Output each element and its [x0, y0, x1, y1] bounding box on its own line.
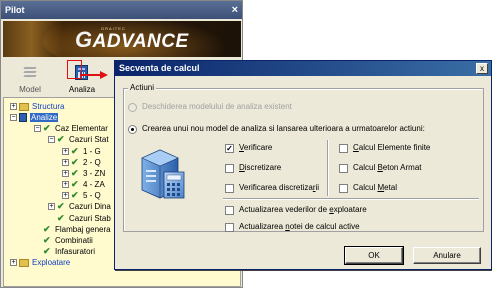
checkbox-actualizarea-notei[interactable]: [225, 223, 234, 232]
expand-icon[interactable]: +: [62, 192, 69, 200]
tree-item-label: Infasuratori: [55, 247, 96, 256]
expand-icon[interactable]: +: [62, 170, 69, 178]
collapse-icon[interactable]: −: [34, 125, 41, 133]
check-icon: ✔: [71, 146, 79, 157]
tree-item-case-3[interactable]: + ✔ 3 - ZN: [62, 168, 105, 179]
close-icon[interactable]: x: [476, 63, 488, 74]
ok-button[interactable]: OK: [344, 246, 404, 265]
checkbox-actualizarea-vederilor[interactable]: [225, 206, 234, 215]
cancel-button[interactable]: Anulare: [413, 247, 481, 264]
checkbox-verificare[interactable]: ✓: [225, 144, 234, 153]
tree-item-cazuri-dina[interactable]: + ✔ Cazuri Dina: [48, 201, 111, 212]
checkbox-discretizare[interactable]: [225, 164, 234, 173]
check-icon: ✔: [57, 201, 65, 212]
tree-item-case-5[interactable]: + ✔ 5 - Q: [62, 190, 101, 201]
actions-group-label: Actiuni: [128, 83, 157, 92]
tree-item-label: 3 - ZN: [83, 169, 106, 178]
mode-model-button[interactable]: Model: [7, 61, 53, 95]
checkbox-calcul-elemente-finite[interactable]: [339, 144, 348, 153]
check-icon: ✔: [43, 246, 51, 257]
logo-word: ADVANCE: [92, 31, 189, 52]
folder-icon: [19, 258, 29, 267]
checkbox-verificare-label: Verificare: [239, 143, 273, 152]
check-icon: ✔: [71, 168, 79, 179]
radio-open-existing-label: Deschiderea modelului de analiza existen…: [142, 102, 292, 111]
advance-logo-banner: GRAITEC GADVANCE: [3, 21, 241, 57]
tree-item-cazuri-stab[interactable]: ✔ Cazuri Stab: [57, 213, 111, 224]
checkbox-actualizarea-notei-label: Actualizarea notei de calcul active: [239, 222, 360, 231]
tree-item-label: Exploatare: [32, 258, 71, 267]
tree-item-label: Flambaj genera: [55, 225, 111, 234]
expand-icon[interactable]: +: [10, 103, 17, 111]
calculator-icon: [19, 113, 27, 123]
check-icon: ✔: [43, 235, 51, 246]
tree-item-structura[interactable]: + Structura: [10, 101, 64, 112]
row-separator: [223, 198, 479, 199]
folder-icon: [19, 102, 29, 111]
mode-model-label: Model: [19, 85, 41, 94]
tree-item-case-4[interactable]: + ✔ 4 - ZA: [62, 179, 105, 190]
checkbox-calcul-elemente-finite-label: Calcul Elemente finite: [353, 143, 431, 152]
tree-item-label: 2 - Q: [83, 158, 101, 167]
tree-item-case-1[interactable]: + ✔ 1 - G: [62, 146, 101, 157]
tree-item-label: Combinatii: [55, 236, 93, 245]
expand-icon[interactable]: +: [62, 148, 69, 156]
close-icon[interactable]: ×: [232, 1, 238, 19]
expand-icon[interactable]: +: [10, 259, 17, 267]
check-icon: ✔: [57, 213, 65, 224]
tree-item-label: Analize: [30, 113, 59, 122]
pilot-title: Pilot: [1, 1, 242, 19]
tree-item-label: Structura: [32, 102, 65, 111]
radio-create-new[interactable]: [128, 125, 137, 134]
tree-item-infasuratori[interactable]: ✔ Infasuratori: [43, 246, 95, 257]
tree-item-label: 4 - ZA: [83, 180, 105, 189]
collapse-icon[interactable]: −: [48, 136, 55, 144]
calculator-icon: [141, 149, 185, 199]
calc-sequence-dialog: Secventa de calcul x Actiuni Deschiderea…: [114, 60, 492, 270]
check-icon: ✔: [71, 190, 79, 201]
tree-item-combinatii[interactable]: ✔ Combinatii: [43, 235, 93, 246]
logo-g: G: [75, 27, 93, 52]
collapse-icon[interactable]: −: [10, 114, 17, 122]
dialog-title: Secventa de calcul: [115, 61, 491, 76]
checkbox-actualizarea-vederilor-label: Actualizarea vederilor de exploatare: [239, 205, 367, 214]
tree-item-label: 1 - G: [83, 147, 101, 156]
checkbox-discretizare-label: Discretizare: [239, 163, 282, 172]
tree-item-cazuri-stat[interactable]: − ✔ Cazuri Stat: [48, 134, 109, 145]
checkbox-calcul-metal-label: Calcul Metal: [353, 183, 398, 192]
checkbox-verificarea-discretizarii[interactable]: [225, 184, 234, 193]
tree-item-caz-elementar[interactable]: − ✔ Caz Elementar: [34, 123, 108, 134]
checkbox-calcul-beton-armat[interactable]: [339, 164, 348, 173]
tree-item-label: Cazuri Dina: [69, 202, 111, 211]
radio-open-existing[interactable]: [128, 103, 137, 112]
tree-item-exploatare[interactable]: + Exploatare: [10, 257, 70, 268]
check-icon: ✔: [71, 157, 79, 168]
checkbox-calcul-beton-armat-label: Calcul Beton Armat: [353, 163, 422, 172]
mode-analiza-label: Analiza: [68, 85, 96, 94]
tree-item-label: Cazuri Stat: [69, 135, 109, 144]
tree-item-label: Cazuri Stab: [69, 214, 111, 223]
arrow-icon: [80, 71, 108, 79]
tree-item-label: Caz Elementar: [55, 124, 108, 133]
checkbox-verificarea-discretizarii-label: Verificarea discretizarii: [239, 183, 320, 192]
layers-icon: [23, 67, 37, 77]
expand-icon[interactable]: +: [62, 159, 69, 167]
check-icon: ✔: [57, 134, 65, 145]
tree-item-flambaj[interactable]: ✔ Flambaj genera: [43, 224, 111, 235]
column-separator: [327, 140, 328, 196]
expand-icon[interactable]: +: [48, 203, 55, 211]
check-icon: ✔: [43, 123, 51, 134]
radio-create-new-label: Crearea unui nou model de analiza si lan…: [142, 124, 425, 133]
check-icon: ✔: [43, 224, 51, 235]
checkbox-calcul-metal[interactable]: [339, 184, 348, 193]
logo-text: GADVANCE: [75, 27, 189, 53]
tree-item-analize[interactable]: − Analize: [10, 112, 59, 123]
expand-icon[interactable]: +: [62, 181, 69, 189]
tree-item-case-2[interactable]: + ✔ 2 - Q: [62, 157, 101, 168]
check-icon: ✔: [71, 179, 79, 190]
tree-item-label: 5 - Q: [83, 191, 101, 200]
